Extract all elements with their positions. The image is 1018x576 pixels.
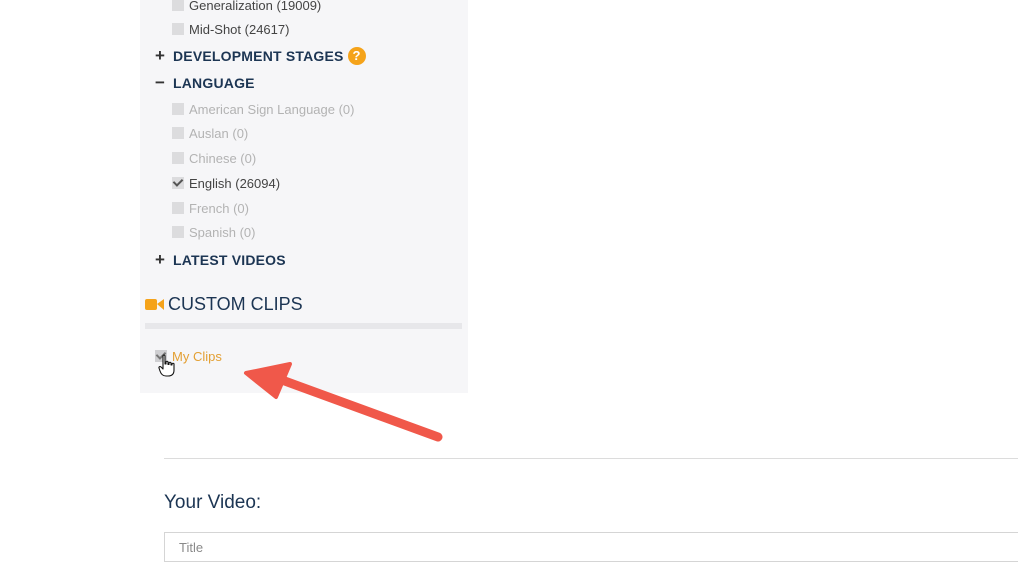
custom-clips-label: CUSTOM CLIPS bbox=[168, 293, 303, 314]
video-camera-icon bbox=[145, 297, 165, 311]
filter-option-asl[interactable]: American Sign Language (0) bbox=[172, 100, 355, 118]
filter-option-chinese[interactable]: Chinese (0) bbox=[172, 149, 256, 167]
section-label: DEVELOPMENT STAGES bbox=[173, 48, 344, 64]
filter-sidebar: Generalization (19009) Mid-Shot (24617) … bbox=[140, 0, 468, 393]
option-label: French (0) bbox=[189, 200, 249, 216]
option-label: Auslan (0) bbox=[189, 125, 249, 141]
option-label: Chinese (0) bbox=[189, 150, 257, 166]
expand-plus-icon[interactable]: + bbox=[155, 47, 169, 64]
option-label: Mid-Shot (24617) bbox=[189, 21, 290, 37]
checkbox[interactable] bbox=[172, 103, 184, 115]
custom-clips-divider bbox=[145, 323, 462, 329]
video-title-input[interactable] bbox=[164, 532, 1018, 562]
filter-option-mid-shot[interactable]: Mid-Shot (24617) bbox=[172, 20, 289, 38]
help-icon[interactable]: ? bbox=[347, 47, 366, 65]
section-language[interactable]: − LANGUAGE bbox=[155, 73, 255, 93]
filter-option-french[interactable]: French (0) bbox=[172, 199, 249, 217]
checkbox[interactable] bbox=[172, 226, 184, 238]
hand-cursor-icon bbox=[158, 354, 175, 377]
checkbox[interactable] bbox=[172, 23, 184, 35]
expand-plus-icon[interactable]: + bbox=[155, 251, 169, 268]
my-clips-label[interactable]: My Clips bbox=[172, 349, 222, 364]
filter-option-english[interactable]: English (26094) bbox=[172, 174, 280, 192]
checkbox[interactable] bbox=[172, 202, 184, 214]
section-label: LANGUAGE bbox=[173, 75, 255, 91]
section-latest-videos[interactable]: + LATEST VIDEOS bbox=[155, 250, 286, 270]
checkbox[interactable] bbox=[172, 0, 184, 11]
checkbox[interactable] bbox=[172, 127, 184, 139]
filter-option-auslan[interactable]: Auslan (0) bbox=[172, 124, 248, 142]
option-label: American Sign Language (0) bbox=[189, 101, 355, 117]
filter-option-generalization[interactable]: Generalization (19009) bbox=[172, 0, 321, 14]
your-video-heading: Your Video: bbox=[164, 492, 262, 513]
checkbox-checked[interactable] bbox=[172, 177, 184, 189]
option-label: Generalization (19009) bbox=[189, 0, 322, 13]
section-development-stages[interactable]: + DEVELOPMENT STAGES ? bbox=[155, 46, 366, 66]
option-label: English (26094) bbox=[189, 175, 281, 191]
section-label: LATEST VIDEOS bbox=[173, 252, 286, 268]
checkbox[interactable] bbox=[172, 152, 184, 164]
filter-option-spanish[interactable]: Spanish (0) bbox=[172, 223, 255, 241]
option-label: Spanish (0) bbox=[189, 224, 256, 240]
section-divider bbox=[164, 458, 1018, 459]
custom-clips-heading: CUSTOM CLIPS bbox=[145, 292, 303, 316]
collapse-minus-icon[interactable]: − bbox=[155, 74, 169, 91]
